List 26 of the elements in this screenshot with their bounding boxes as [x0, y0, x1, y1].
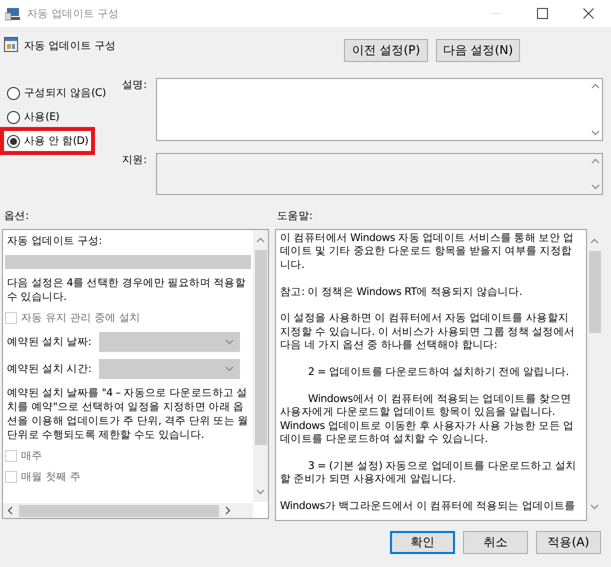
help-paragraph: 3 = (기본 설정) 자동으로 업데이트를 다운로드하고 설치할 준비가 되면 사용자에게 알립니다. [280, 460, 578, 487]
section-label: 옵션: [4, 209, 30, 224]
help-paragraph: 참고: 이 정책은 Windows RT에 적용되지 않습니다. [280, 286, 524, 300]
section-label: 도움말: [277, 209, 312, 224]
radio-option[interactable]: 구성되지 않음(C) [4, 81, 109, 105]
option-text: 자동 업데이트 구성: [7, 234, 103, 248]
highlighted-radio-option[interactable]: 사용 안 함(D) [4, 131, 92, 151]
field-label: 설명: [122, 78, 148, 93]
dropdown-label: 예약된 설치 날짜: [7, 335, 92, 349]
dialog-button[interactable]: 확인 [390, 531, 455, 554]
option-text: 예약된 설치 날짜를 "4 – 자동으로 다운로드하고 설치를 예약"으로 선택하여 일정을 지정하면 아래 옵션을 이용해 업데이트가 주 단위, 격주 단위 또는 월 단위로 수행되도록 제한할 수도 있습니다. [7, 386, 250, 442]
help-paragraph: 이 컴퓨터에서 Windows 자동 업데이트 서비스를 통해 보안 업데이트 및 기타 중요한 다운로드 항목을 받을지 여부를 지정합니다. [280, 232, 575, 272]
help-paragraph: Windows에서 이 컴퓨터에 적용되는 업데이트를 찾으면 사용자에게 다운로드할 업데이트 항목이 있음을 알립니다. Windows 업데이트로 이동한 후 사용자가 사용 가능한 모든 업데이트를 다운로드하여 설치할 수 있습니다. [280, 392, 575, 446]
radio-option[interactable]: 사용(E) [4, 105, 62, 129]
window-title: 자동 업데이트 구성 [27, 6, 120, 20]
help-paragraph: 이 설정을 사용하면 이 컴퓨터에서 자동 업데이트를 사용할지 지정할 수 있습니다. 이 서비스가 사용되면 그룹 정책 설정에서 다음 네 가지 옵션 중 하나를 선택해야 합니다: [280, 312, 576, 353]
dialog-button[interactable]: 적용(A) [536, 531, 601, 554]
help-paragraph: 2 = 업데이트를 다운로드하여 설치하기 전에 알립니다. [307, 366, 570, 380]
nav-button[interactable]: 다음 설정(N) [436, 39, 520, 62]
option-text: 다음 설정은 4를 선택한 경우에만 필요하며 적용할 수 있습니다. [7, 276, 247, 304]
nav-button[interactable]: 이전 설정(P) [344, 39, 428, 62]
dialog-button[interactable]: 취소 [463, 531, 528, 554]
dropdown-label: 예약된 설치 시간: [7, 362, 92, 376]
field-label: 지원: [122, 153, 148, 168]
help-paragraph: Windows가 백그라운드에서 이 컴퓨터에 적용되는 업데이트를 [280, 500, 576, 514]
setting-title: 자동 업데이트 구성 [24, 39, 117, 53]
